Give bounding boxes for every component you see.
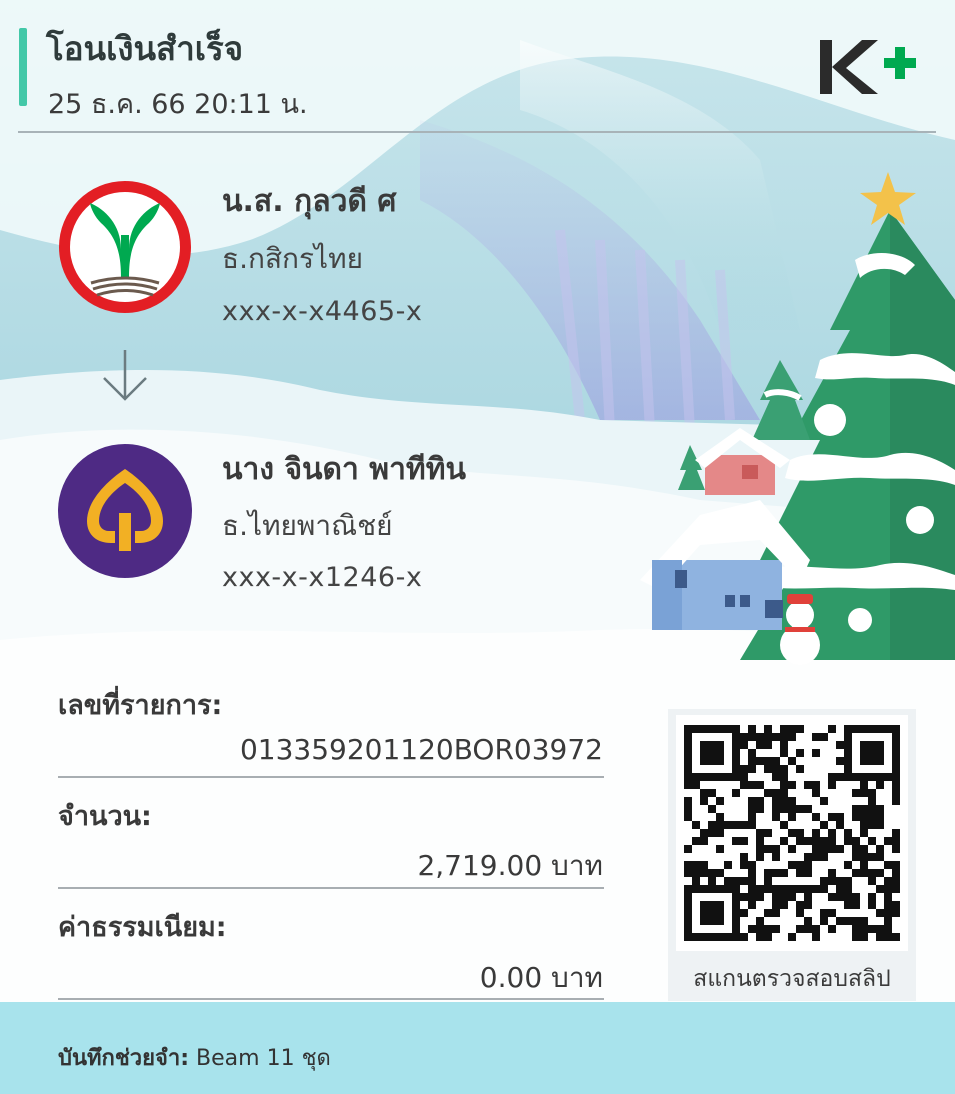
receiver-account: xxx-x-x1246-x [222,562,423,593]
header-divider [18,131,936,133]
memo-footer: บันทึกช่วยจำ: Beam 11 ชุด [0,1002,955,1094]
amount-label: จำนวน: [58,801,152,832]
fee-label: ค่าธรรมเนียม: [58,912,227,943]
reference-value: 013359201120BOR03972 [239,733,603,766]
reference-divider [58,776,604,778]
fee-divider [58,998,604,1000]
qr-code-icon[interactable] [676,715,908,951]
transfer-datetime: 25 ธ.ค. 66 20:11 น. [48,89,308,120]
sender-bank: ธ.กสิกรไทย [222,242,363,275]
qr-caption: สแกนตรวจสอบสลิป [693,966,891,992]
amount-value: 2,719.00 บาท [417,849,603,882]
page-title: โอนเงินสำเร็จ [46,29,244,68]
arrow-down-icon [103,350,147,401]
sender-name: น.ส. กุลวดี ศ [222,184,397,219]
scb-bank-logo [58,444,192,578]
qr-verify-card[interactable]: สแกนตรวจสอบสลิป [668,709,916,1001]
reference-label: เลขที่รายการ: [58,690,223,721]
receiver-name: นาง จินดา พาทีทิน [222,452,466,487]
amount-divider [58,887,604,889]
fee-value: 0.00 บาท [479,961,603,994]
memo-line: บันทึกช่วยจำ: Beam 11 ชุด [58,1040,331,1075]
memo-value: Beam 11 ชุด [196,1046,331,1071]
kplus-logo [820,40,916,94]
header-accent-bar [19,28,27,106]
kasikorn-bank-logo [59,181,191,313]
receiver-bank: ธ.ไทยพาณิชย์ [222,509,393,542]
memo-label: บันทึกช่วยจำ: [58,1046,190,1071]
sender-account: xxx-x-x4465-x [222,296,423,327]
